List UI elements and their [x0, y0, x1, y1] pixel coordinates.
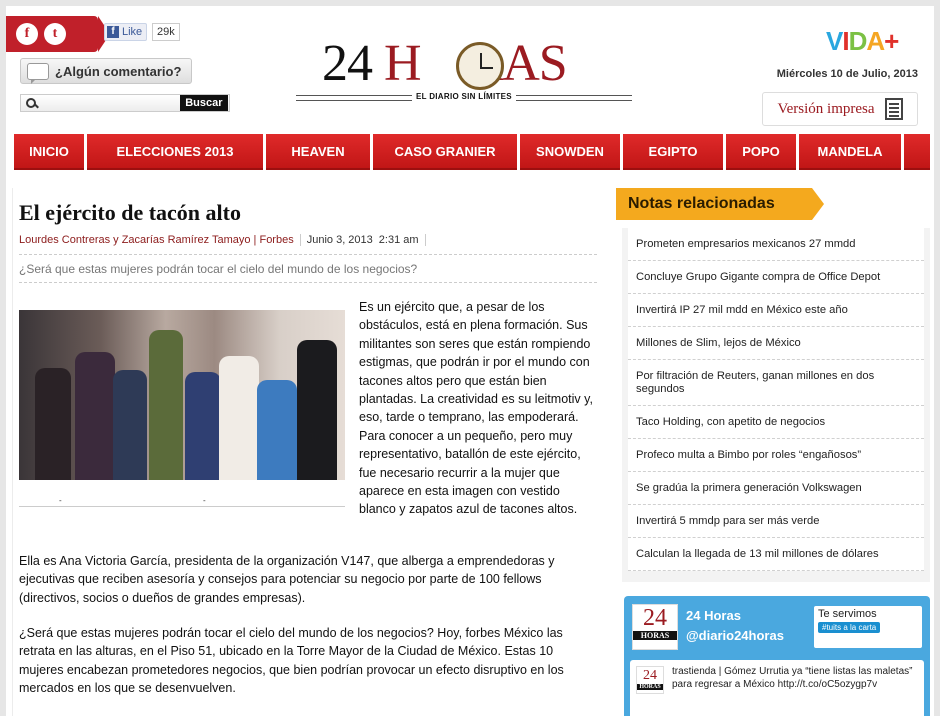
badge-pill: #tuits a la carta: [818, 622, 881, 633]
fb-like-count: 29k: [152, 23, 180, 41]
caption-dash: -: [59, 496, 62, 505]
nav-item-popo[interactable]: POPO: [726, 134, 796, 170]
search-button[interactable]: Buscar: [179, 95, 228, 111]
page: f t f Like 29k ¿Algún comentario? Buscar…: [6, 6, 934, 716]
tweet[interactable]: 24 HORAS trastienda | Gómez Urrutia ya “…: [630, 660, 924, 716]
search-bar: Buscar: [20, 94, 230, 112]
article: El ejército de tacón alto Lourdes Contre…: [12, 188, 602, 716]
related-item[interactable]: Profeco multa a Bimbo por roles “engaños…: [628, 439, 924, 472]
photo-figure: [257, 380, 297, 480]
photo-figure: [35, 368, 71, 480]
related-item[interactable]: Invertirá 5 mmdp para ser más verde: [628, 505, 924, 538]
comment-button[interactable]: ¿Algún comentario?: [20, 58, 192, 84]
caption-dash: -: [203, 496, 206, 505]
search-icon: [21, 95, 38, 111]
related-item[interactable]: Taco Holding, con apetito de negocios: [628, 406, 924, 439]
article-subtitle: ¿Será que estas mujeres podrán tocar el …: [19, 262, 418, 276]
photo-figure: [75, 352, 115, 480]
related-item[interactable]: Por filtración de Reuters, ganan millone…: [628, 360, 924, 406]
article-title: El ejército de tacón alto: [19, 200, 241, 225]
twitter-widget: 24 HORAS 24 Horas @diario24horas Te serv…: [624, 596, 930, 716]
facebook-like-button[interactable]: f Like: [104, 23, 148, 41]
comment-label: ¿Algún comentario?: [55, 63, 182, 79]
article-intro: Es un ejército que, a pesar de los obstá…: [359, 300, 593, 517]
twitter-handle[interactable]: @diario24horas: [686, 628, 784, 643]
nav-item-elecciones[interactable]: ELECCIONES 2013: [87, 134, 263, 170]
print-label: Versión impresa: [777, 100, 875, 117]
article-authors[interactable]: Lourdes Contreras y Zacarías Ramírez Tam…: [19, 234, 294, 246]
site-logo[interactable]: 24 H RAS EL DIARIO SIN LÍMITES: [296, 32, 632, 104]
clock-icon: [456, 42, 504, 90]
nav-item-inicio[interactable]: INICIO: [14, 134, 84, 170]
tweet-avatar: 24 HORAS: [636, 666, 664, 694]
photo-figure: [149, 330, 183, 480]
main-nav: INICIO ELECCIONES 2013 HEAVEN CASO GRANI…: [14, 134, 930, 172]
article-time: 2:31 am: [378, 234, 419, 246]
related-heading: Notas relacionadas: [616, 188, 824, 220]
photo-figure: [185, 372, 221, 480]
nav-item-heaven[interactable]: HEAVEN: [266, 134, 370, 170]
photo-figure: [297, 340, 337, 480]
byline: Lourdes Contreras y Zacarías Ramírez Tam…: [19, 234, 426, 246]
divider: [19, 282, 597, 283]
byline-divider: [424, 234, 426, 246]
vida-plus-logo[interactable]: VIDA+: [826, 26, 899, 57]
search-input[interactable]: [37, 95, 180, 111]
twitter-avatar[interactable]: 24 HORAS: [632, 604, 678, 650]
related-item[interactable]: Prometen empresarios mexicanos 27 mmdd: [628, 228, 924, 261]
tweet-text: trastienda | Gómez Urrutia ya “tiene lis…: [672, 666, 913, 690]
nav-item-caso-granier[interactable]: CASO GRANIER: [373, 134, 517, 170]
current-date: Miércoles 10 de Julio, 2013: [776, 68, 918, 80]
facebook-f-icon: f: [107, 26, 119, 38]
nav-item-mandela[interactable]: MANDELA: [799, 134, 901, 170]
article-paragraph: Ella es Ana Victoria García, presidenta …: [19, 554, 555, 605]
related-list: Prometen empresarios mexicanos 27 mmdd C…: [622, 228, 930, 582]
facebook-icon[interactable]: f: [16, 23, 38, 45]
related-item[interactable]: Concluye Grupo Gigante compra de Office …: [628, 261, 924, 294]
twitter-badge[interactable]: Te servimos #tuits a la carta: [814, 606, 922, 648]
logo-tagline: EL DIARIO SIN LÍMITES: [412, 92, 516, 101]
nav-filler: [904, 134, 930, 170]
related-item[interactable]: Se gradúa la primera generación Volkswag…: [628, 472, 924, 505]
photo-figure: [113, 370, 147, 480]
print-edition-link[interactable]: Versión impresa: [762, 92, 918, 126]
article-paragraph: ¿Será que estas mujeres podrán tocar el …: [19, 626, 564, 696]
newspaper-icon: [884, 98, 903, 120]
logo-wordmark: 24 H RAS: [322, 35, 568, 92]
badge-title: Te servimos: [818, 608, 877, 620]
byline-divider: [299, 234, 301, 246]
nav-item-snowden[interactable]: SNOWDEN: [520, 134, 620, 170]
article-photo[interactable]: [19, 310, 345, 480]
speech-bubble-icon: [27, 62, 49, 84]
photo-caption-rule: [19, 506, 345, 507]
social-ribbon: f t: [6, 16, 110, 52]
twitter-name[interactable]: 24 Horas: [686, 608, 741, 623]
nav-item-egipto[interactable]: EGIPTO: [623, 134, 723, 170]
photo-figure: [219, 356, 259, 480]
related-item[interactable]: Invertirá IP 27 mil mdd en México este a…: [628, 294, 924, 327]
twitter-icon[interactable]: t: [44, 23, 66, 45]
related-item[interactable]: Millones de Slim, lejos de México: [628, 327, 924, 360]
fb-like-label: Like: [122, 26, 143, 38]
article-date: Junio 3, 2013: [306, 234, 373, 246]
divider: [19, 254, 597, 255]
related-item[interactable]: Calculan la llegada de 13 mil millones d…: [628, 538, 924, 571]
